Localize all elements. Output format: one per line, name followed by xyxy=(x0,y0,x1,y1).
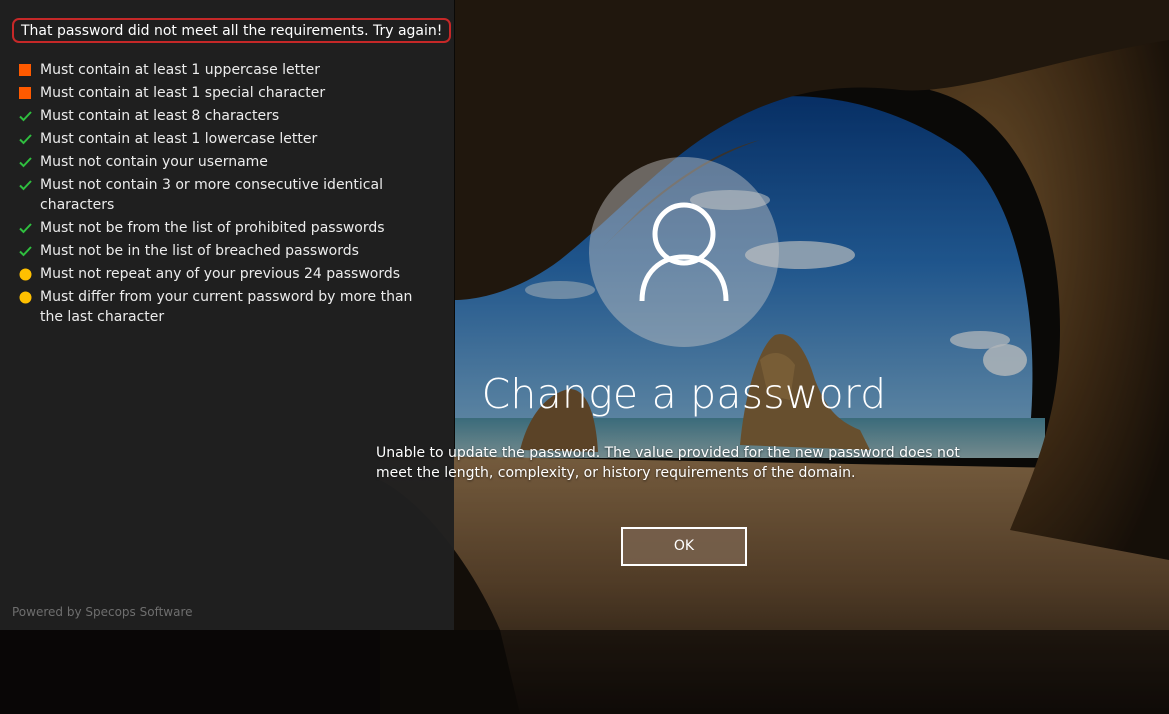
green-check-icon xyxy=(18,241,34,261)
requirement-item: Must contain at least 1 lowercase letter xyxy=(18,129,438,149)
requirement-item: Must not be from the list of prohibited … xyxy=(18,218,438,238)
green-check-icon xyxy=(18,129,34,149)
requirement-item: Must contain at least 1 uppercase letter xyxy=(18,60,438,80)
requirement-label: Must contain at least 1 uppercase letter xyxy=(40,62,320,78)
powered-by-footer: Powered by Specops Software xyxy=(12,605,193,619)
orange-square-icon xyxy=(18,83,34,103)
requirement-item: Must contain at least 8 characters xyxy=(18,106,438,126)
requirement-label: Must contain at least 1 lowercase letter xyxy=(40,131,318,147)
error-banner: That password did not meet all the requi… xyxy=(12,18,452,43)
green-check-icon xyxy=(18,175,34,195)
requirement-item: Must differ from your current password b… xyxy=(18,287,438,327)
requirements-list: Must contain at least 1 uppercase letter… xyxy=(18,60,438,330)
requirement-label: Must not repeat any of your previous 24 … xyxy=(40,266,401,282)
yellow-dot-icon xyxy=(18,287,34,307)
page-title: Change a password xyxy=(481,370,887,418)
requirement-label: Must contain at least 8 characters xyxy=(40,108,280,124)
requirement-item: Must not contain your username xyxy=(18,152,438,172)
requirement-item: Must not be in the list of breached pass… xyxy=(18,241,438,261)
requirement-label: Must contain at least 1 special characte… xyxy=(40,85,326,101)
user-avatar xyxy=(589,157,779,347)
requirement-item: Must not contain 3 or more consecutive i… xyxy=(18,175,438,215)
green-check-icon xyxy=(18,106,34,126)
yellow-dot-icon xyxy=(18,264,34,284)
orange-square-icon xyxy=(18,60,34,80)
requirement-item: Must contain at least 1 special characte… xyxy=(18,83,438,103)
requirement-label: Must not contain your username xyxy=(40,154,268,170)
error-message: Unable to update the password. The value… xyxy=(376,445,960,481)
requirement-label: Must not be in the list of breached pass… xyxy=(40,243,359,259)
requirement-label: Must differ from your current password b… xyxy=(40,289,413,325)
user-icon xyxy=(639,202,729,302)
green-check-icon xyxy=(18,218,34,238)
green-check-icon xyxy=(18,152,34,172)
ok-button[interactable]: OK xyxy=(621,527,747,566)
password-requirements-panel: That password did not meet all the requi… xyxy=(0,0,454,630)
requirement-label: Must not be from the list of prohibited … xyxy=(40,220,385,236)
requirement-label: Must not contain 3 or more consecutive i… xyxy=(40,177,383,213)
requirement-item: Must not repeat any of your previous 24 … xyxy=(18,264,438,284)
